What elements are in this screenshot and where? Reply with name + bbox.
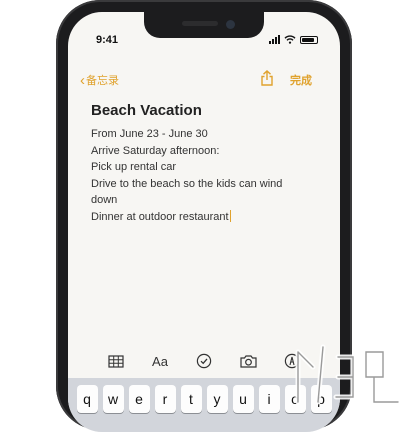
- back-button[interactable]: ‹ 备忘录: [80, 72, 119, 88]
- note-line: From June 23 - June 30: [91, 128, 208, 140]
- key-p[interactable]: p: [310, 385, 332, 413]
- markup-icon: [284, 353, 300, 369]
- speaker: [182, 21, 218, 26]
- status-icons: [269, 35, 318, 44]
- note-line-last: Dinner at outdoor restaurant: [91, 209, 331, 226]
- key-row-top: q w e r t y u i o p: [68, 385, 340, 413]
- text-format-button[interactable]: Aa: [150, 351, 170, 371]
- note-line: Arrive Saturday afternoon:: [91, 144, 220, 157]
- text-format-icon: Aa: [152, 353, 168, 369]
- back-chevron-icon: ‹: [80, 71, 85, 89]
- key-y[interactable]: y: [206, 385, 228, 413]
- nav-bar: ‹ 备忘录 完成: [68, 64, 340, 90]
- wifi-icon: [284, 35, 296, 44]
- note-body[interactable]: From June 23 - June 30 Arrive Saturday a…: [91, 126, 331, 225]
- note-title[interactable]: Beach Vacation: [91, 102, 202, 119]
- checklist-icon: [196, 353, 212, 369]
- key-i[interactable]: i: [258, 385, 280, 413]
- table-icon: [108, 354, 124, 368]
- key-u[interactable]: u: [232, 385, 254, 413]
- note-line: Dinner at outdoor restaurant: [91, 210, 229, 223]
- done-button[interactable]: 完成: [290, 72, 312, 88]
- key-r[interactable]: r: [154, 385, 176, 413]
- text-caret: [229, 209, 231, 222]
- key-w[interactable]: w: [102, 385, 124, 413]
- table-button[interactable]: [106, 351, 126, 371]
- key-t[interactable]: t: [180, 385, 202, 413]
- note-line: Drive to the beach so the kids can wind: [91, 177, 283, 190]
- status-time: 9:41: [96, 34, 119, 46]
- notch: [144, 12, 264, 38]
- back-label: 备忘录: [86, 75, 119, 87]
- camera-button[interactable]: [238, 351, 258, 371]
- checklist-button[interactable]: [194, 351, 214, 371]
- note-line: down: [91, 194, 118, 206]
- keyboard: q w e r t y u i o p: [68, 378, 340, 432]
- key-e[interactable]: e: [128, 385, 150, 413]
- key-o[interactable]: o: [284, 385, 306, 413]
- share-button[interactable]: [260, 70, 274, 91]
- markup-button[interactable]: [282, 351, 302, 371]
- format-toolbar: Aa: [68, 348, 340, 374]
- screen: 9:41 ‹ 备忘录 完成 Beach Vacation From June 2…: [68, 12, 340, 432]
- signal-icon: [269, 35, 280, 44]
- note-line: Pick up rental car: [91, 161, 176, 173]
- camera-icon: [239, 355, 257, 368]
- battery-icon: [300, 35, 318, 44]
- share-icon: [261, 70, 273, 86]
- key-q[interactable]: q: [76, 385, 98, 413]
- front-camera: [226, 20, 235, 29]
